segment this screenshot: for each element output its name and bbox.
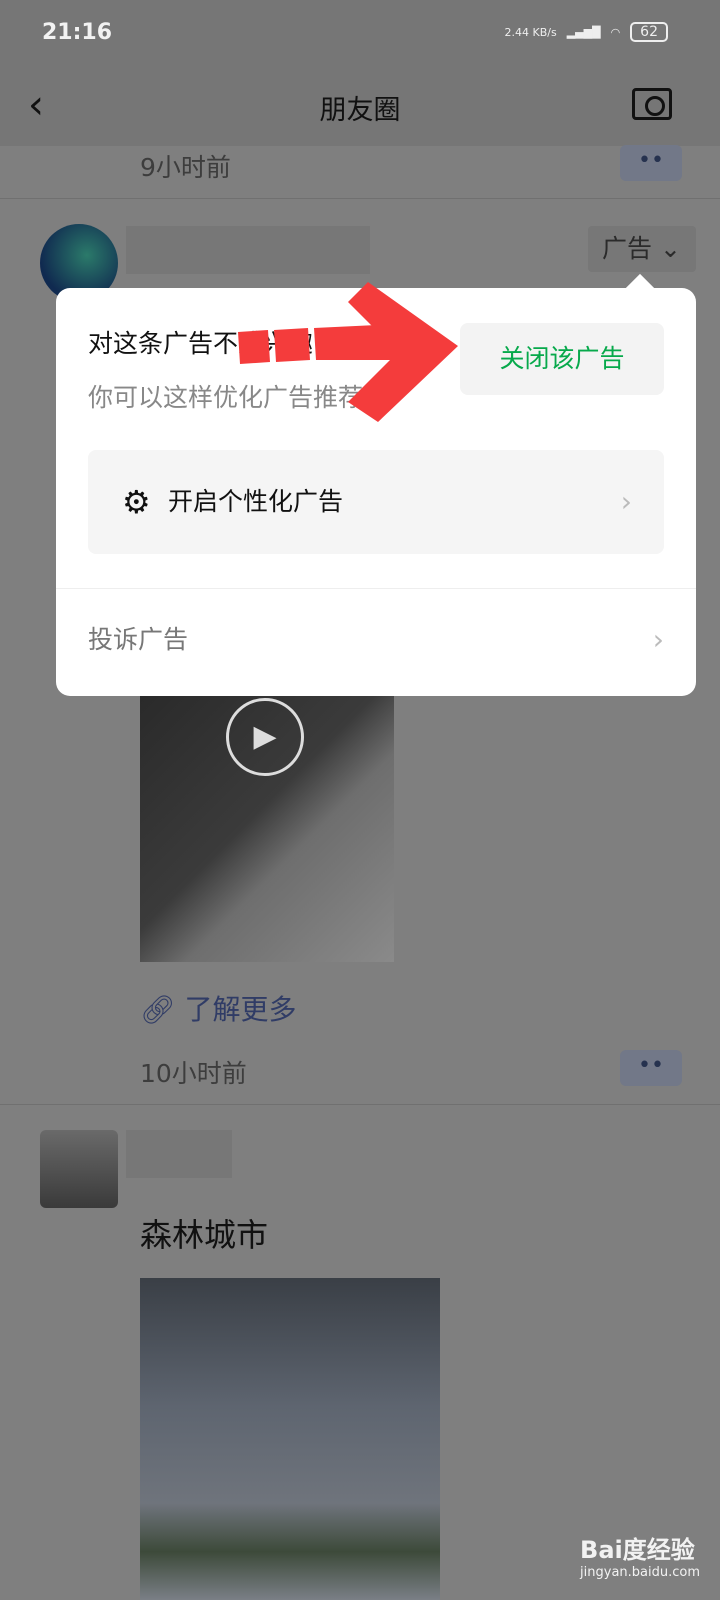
clock: 21:16 xyxy=(42,20,113,45)
close-ad-button[interactable]: 关闭该广告 xyxy=(460,323,664,395)
camera-icon[interactable] xyxy=(632,88,672,120)
signal-icon: ▂▄▆█ xyxy=(566,25,601,39)
personalized-ads-button[interactable]: ⚙ 开启个性化广告 › xyxy=(88,450,664,554)
user-avatar[interactable] xyxy=(40,1130,118,1208)
post-caption: 森林城市 xyxy=(140,1216,269,1254)
ad-video[interactable]: ▶ xyxy=(140,696,394,962)
link-icon: 🔗︎ xyxy=(140,993,176,1026)
post-timestamp: 9小时前 xyxy=(140,153,231,182)
complain-ad-button[interactable]: 投诉广告 › xyxy=(88,610,664,670)
complain-ad-label: 投诉广告 xyxy=(88,625,189,654)
status-bar: 21:16 2.44 KB/s ▂▄▆█ ◠ 62 xyxy=(0,0,720,70)
ad-tag-label: 广告 xyxy=(602,234,653,263)
post-more-button[interactable]: •• xyxy=(620,145,682,181)
post-photo[interactable] xyxy=(140,1278,440,1600)
red-arrow-annotation xyxy=(238,282,458,422)
wifi-icon: ◠ xyxy=(610,25,621,39)
baidu-watermark: Bai度经验 jingyan.baidu.com xyxy=(580,1536,700,1580)
ad-tag-button[interactable]: 广告 ⌄ xyxy=(588,226,696,272)
status-icons: 2.44 KB/s ▂▄▆█ ◠ 62 xyxy=(505,22,668,42)
chevron-right-icon: › xyxy=(620,485,632,518)
page-title: 朋友圈 xyxy=(319,95,401,126)
battery-icon: 62 xyxy=(630,22,668,42)
network-speed: 2.44 KB/s xyxy=(504,25,557,39)
divider xyxy=(56,588,696,589)
ad-timestamp: 10小时前 xyxy=(140,1059,247,1088)
divider xyxy=(0,1104,720,1105)
gear-icon: ⚙ xyxy=(122,483,151,521)
learn-more-label: 了解更多 xyxy=(184,993,297,1026)
top-nav: ‹ 朋友圈 xyxy=(0,70,720,146)
divider xyxy=(0,198,720,199)
user-name[interactable] xyxy=(126,1130,232,1178)
ad-more-button[interactable]: •• xyxy=(620,1050,682,1086)
ad-name[interactable] xyxy=(126,226,370,274)
personalized-ads-label: 开启个性化广告 xyxy=(168,487,344,516)
play-icon[interactable]: ▶ xyxy=(226,698,304,776)
learn-more-link[interactable]: 🔗︎ 了解更多 xyxy=(140,988,296,1028)
chevron-down-icon: ⌄ xyxy=(659,234,681,263)
chevron-right-icon: › xyxy=(652,623,664,656)
popup-caret xyxy=(625,273,655,303)
